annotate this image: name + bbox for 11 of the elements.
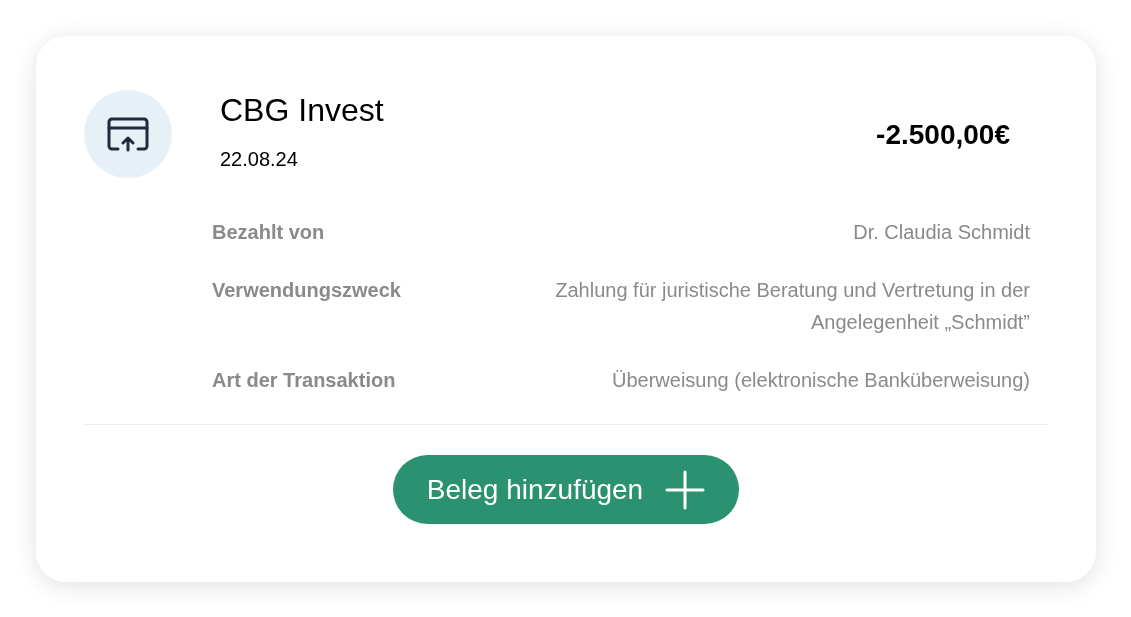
detail-label: Bezahlt von: [212, 220, 325, 245]
add-receipt-button[interactable]: Beleg hinzufügen: [392, 455, 740, 524]
detail-label: Art der Transaktion: [212, 368, 396, 393]
plus-icon: [665, 469, 706, 510]
transaction-date: 22.08.24: [220, 147, 299, 172]
detail-value: Überweisung (elektronische Banküberweisung): [612, 368, 1030, 393]
payee-name: CBG Invest: [220, 91, 384, 130]
transaction-amount: -2.500,00€: [876, 118, 1010, 152]
detail-label: Verwendungszweck: [212, 278, 401, 303]
detail-value: Zahlung für juristische Beratung und Vertretung in der Angelegenheit „Schmidt”: [554, 278, 1030, 335]
detail-value: Dr. Claudia Schmidt: [853, 220, 1030, 245]
